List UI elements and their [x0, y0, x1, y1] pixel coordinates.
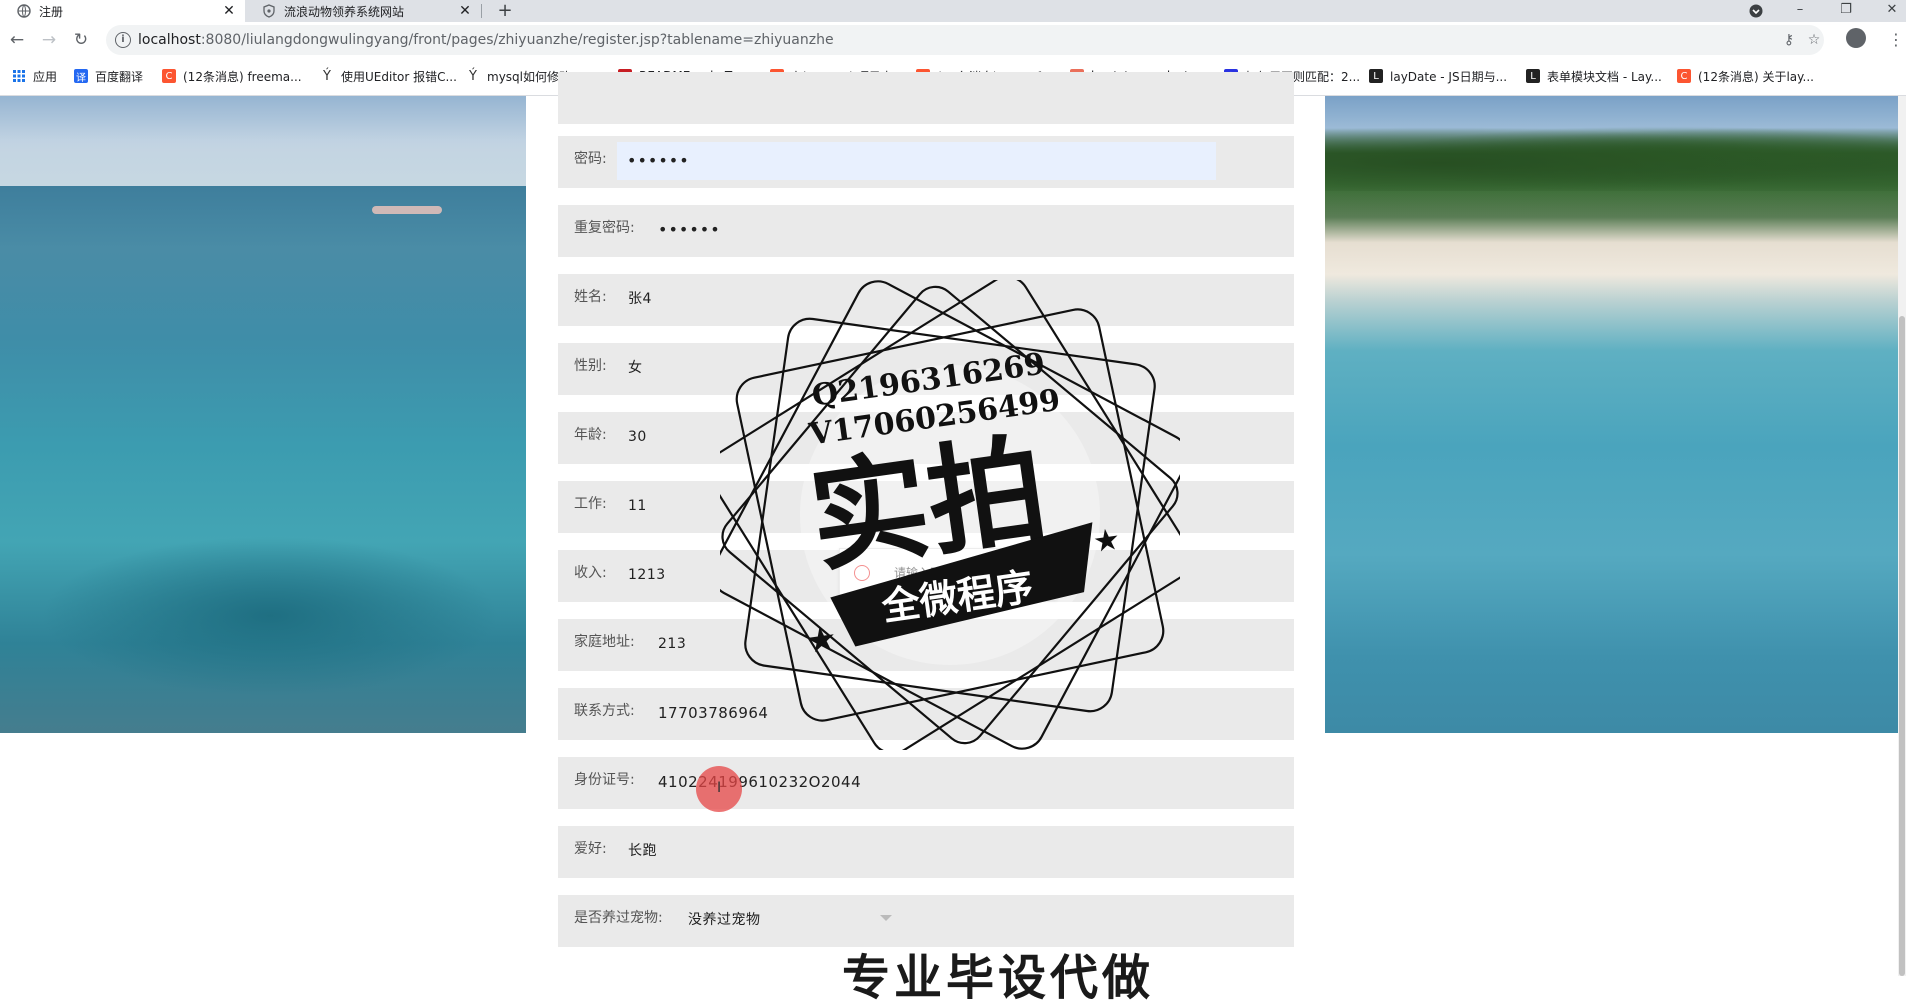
watermark-stamp: Q2196316269 V17060256499 实拍 全微程序 ★ ★	[707, 275, 1193, 755]
back-icon[interactable]: ←	[5, 28, 29, 52]
baidu-translate-icon: 译	[74, 69, 88, 84]
field-label: 爱好:	[574, 841, 607, 857]
close-icon[interactable]: ✕	[457, 3, 473, 19]
bookmark-label: layDate - JS日期与...	[1390, 69, 1508, 84]
tab-adoption-site[interactable]: 流浪动物领养系统网站 ✕	[245, 0, 481, 22]
field-input[interactable]: 30	[628, 412, 647, 462]
chevron-down-icon[interactable]	[880, 915, 892, 921]
tab-register[interactable]: 注册 ✕	[0, 0, 245, 22]
fork-icon: Ý	[469, 68, 477, 84]
layui-icon: L	[1526, 69, 1540, 83]
field-label: 工作:	[574, 496, 607, 512]
form-row: 身份证号: 410224199610232O2044	[558, 757, 1294, 809]
field-label: 收入:	[574, 565, 607, 581]
tab-title: 注册	[39, 4, 64, 19]
field-label: 家庭地址:	[574, 634, 635, 650]
bottom-heading: 专业毕设代做	[842, 950, 1155, 1006]
bookmark-item[interactable]: C (12条消息) 关于lay...	[1677, 67, 1814, 85]
field-input[interactable]: 女	[628, 343, 643, 393]
forward-icon[interactable]: →	[37, 28, 61, 52]
csdn-icon: C	[1677, 69, 1691, 83]
password-value: ••••••	[627, 151, 690, 170]
bookmark-item[interactable]: L 表单模块文档 - Lay...	[1526, 67, 1662, 85]
more-menu-icon[interactable]: ⋮	[1888, 28, 1904, 52]
form-row: 重复密码: ••••••	[558, 205, 1294, 257]
field-input[interactable]: 1213	[628, 550, 666, 600]
bookmark-item[interactable]: C (12条消息) freema...	[162, 67, 302, 85]
field-input[interactable]: 11	[628, 481, 647, 531]
layui-icon: L	[1369, 69, 1383, 83]
bookmark-label: 使用UEditor 报错C...	[341, 69, 457, 84]
reload-icon[interactable]: ↻	[69, 28, 93, 52]
scrollbar-thumb[interactable]	[1899, 316, 1905, 976]
text-cursor-icon: I	[717, 780, 722, 796]
form-row: 密码: ••••••	[558, 136, 1294, 188]
shield-icon	[262, 4, 276, 18]
field-label: 重复密码:	[574, 220, 635, 236]
browser-toolbar: ← → ↻ i localhost:8080/liulangdongwuling…	[0, 22, 1906, 58]
bookmark-item[interactable]: 应用	[12, 67, 57, 85]
page-scrollbar[interactable]	[1898, 96, 1906, 976]
info-icon[interactable]: i	[115, 32, 131, 48]
url-host: localhost	[138, 32, 201, 48]
address-bar[interactable]: i localhost:8080/liulangdongwulingyang/f…	[106, 25, 1824, 55]
tab-strip: 注册 ✕ 流浪动物领养系统网站 ✕ + – ❐ ✕	[0, 0, 1906, 22]
field-label: 性别:	[574, 358, 607, 374]
profile-avatar-icon[interactable]	[1846, 28, 1866, 48]
bookmark-label: 应用	[33, 69, 58, 84]
close-icon[interactable]: ✕	[221, 3, 237, 19]
bookmark-label: 百度翻译	[95, 69, 144, 84]
field-label: 联系方式:	[574, 703, 635, 719]
key-icon[interactable]: ⚷	[1778, 29, 1800, 51]
csdn-icon: C	[162, 69, 176, 83]
field-input[interactable]: ••••••	[658, 205, 721, 255]
field-label: 姓名:	[574, 289, 607, 305]
field-input[interactable]: 410224199610232O2044	[658, 757, 861, 807]
bookmark-item[interactable]: Ý 使用UEditor 报错C...	[320, 67, 457, 85]
background-sea-image-left	[0, 96, 526, 733]
field-input[interactable]: 长跑	[628, 826, 657, 876]
pet-select[interactable]: 没养过宠物	[688, 895, 761, 945]
new-tab-icon[interactable]: +	[494, 0, 516, 22]
star-icon[interactable]: ☆	[1803, 29, 1825, 51]
tab-divider	[481, 4, 482, 18]
field-input[interactable]: 213	[658, 619, 686, 669]
field-label: 密码:	[574, 151, 607, 167]
star-icon: ★	[1091, 522, 1123, 560]
field-label: 年龄:	[574, 427, 607, 443]
field-input[interactable]: 张4	[628, 274, 652, 324]
window-close-icon[interactable]: ✕	[1880, 0, 1904, 22]
star-icon: ★	[804, 618, 840, 662]
click-indicator: I	[696, 766, 742, 812]
form-row: 爱好: 长跑	[558, 826, 1294, 878]
form-row: 是否养过宠物: 没养过宠物	[558, 895, 1294, 947]
bookmark-item[interactable]: 译百度翻译	[74, 67, 143, 85]
bookmark-label: (12条消息) 关于lay...	[1698, 69, 1814, 84]
restore-icon[interactable]: ❐	[1834, 0, 1858, 22]
bookmark-label: (12条消息) freema...	[183, 69, 302, 84]
bookmark-item[interactable]: LlayDate - JS日期与...	[1369, 67, 1507, 85]
field-label: 身份证号:	[574, 772, 635, 788]
url-text: localhost:8080/liulangdongwulingyang/fro…	[138, 25, 834, 55]
minimize-icon[interactable]: –	[1788, 0, 1812, 22]
url-path: :8080/liulangdongwulingyang/front/pages/…	[200, 32, 834, 48]
field-label: 是否养过宠物:	[574, 910, 663, 926]
globe-icon	[17, 4, 31, 18]
form-row	[558, 72, 1294, 124]
apps-grid-icon	[12, 69, 26, 83]
bookmark-label: 表单模块文档 - Lay...	[1547, 69, 1662, 84]
background-beach-image-right	[1325, 96, 1898, 733]
password-input[interactable]: ••••••	[617, 142, 1216, 180]
fork-icon: Ý	[323, 68, 331, 84]
tab-title: 流浪动物领养系统网站	[284, 4, 405, 19]
tab-search-icon[interactable]	[1744, 0, 1768, 22]
